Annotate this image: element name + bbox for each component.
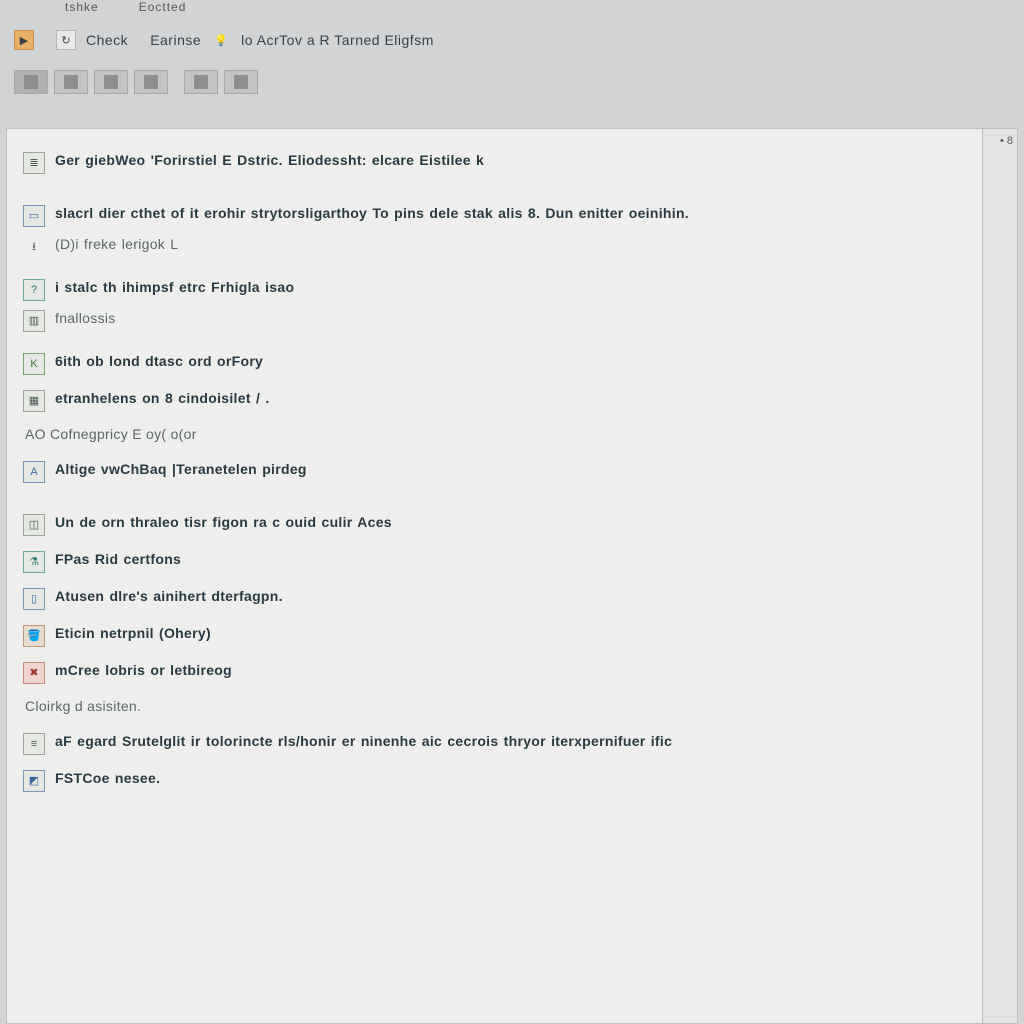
toolbar-label-check[interactable]: Check bbox=[86, 32, 128, 48]
macro-run-icon[interactable]: ▶ bbox=[14, 30, 34, 50]
outline-item-10[interactable]: 🪣 Eticin netrpnil (Ohery) bbox=[23, 624, 962, 647]
outline-item-5-sub: AO Cofnegpricy E oy( o(or bbox=[23, 426, 962, 442]
menu-item-2[interactable]: Eoctted bbox=[139, 0, 187, 14]
outline-item-6[interactable]: A Altige vwChBaq |Teranetelen pirdeg bbox=[23, 460, 962, 483]
outline-item-8[interactable]: ⚗ FPas Rid certfons bbox=[23, 550, 962, 573]
outline-item-label: 6ith ob lond dtasc ord orFory bbox=[55, 352, 962, 370]
leaf-icon: K bbox=[23, 353, 45, 375]
editor-pane: ≣ Ger giebWeo 'Forirstiel E Dstric. Elio… bbox=[6, 128, 982, 1024]
outline-item-3[interactable]: ? i stalc th ihimpsf etrc Frhigla isao bbox=[23, 278, 962, 301]
outline-item-label: FPas Rid certfons bbox=[55, 550, 962, 568]
toolbar-label-earise[interactable]: Earinse bbox=[150, 32, 201, 48]
outline-item-label: i stalc th ihimpsf etrc Frhigla isao bbox=[55, 278, 962, 296]
grid-icon: ▦ bbox=[23, 390, 45, 412]
note-icon: ▯ bbox=[23, 588, 45, 610]
outline-item-label: FSTCoe nesee. bbox=[55, 769, 962, 787]
refresh-icon[interactable]: ↻ bbox=[56, 30, 76, 50]
outline-subitem-label: fnallossis bbox=[55, 309, 962, 327]
side-panel: • 8 bbox=[982, 128, 1018, 1024]
flask-icon: ⚗ bbox=[23, 551, 45, 573]
outline-item-1[interactable]: ≣ Ger giebWeo 'Forirstiel E Dstric. Elio… bbox=[23, 151, 962, 174]
outline-item-11-sub: Cloirkg d asisiten. bbox=[23, 698, 962, 714]
tab-2[interactable] bbox=[54, 70, 88, 94]
outline-item-label: slacrl dier cthet of it erohir strytorsl… bbox=[55, 204, 962, 222]
outline-item-13[interactable]: ◩ FSTCoe nesee. bbox=[23, 769, 962, 792]
outline-item-11[interactable]: ✖ mCree lobris or letbireog bbox=[23, 661, 962, 684]
question-icon: ? bbox=[23, 279, 45, 301]
stack-icon: ≡ bbox=[23, 733, 45, 755]
outline-item-12[interactable]: ≡ aF egard Srutelglit ir tolorincte rls/… bbox=[23, 732, 962, 755]
tab-1[interactable] bbox=[14, 70, 48, 94]
tab-3[interactable] bbox=[94, 70, 128, 94]
menubar: tshke Eoctted bbox=[0, 0, 1024, 20]
toolbar-label-rest: lo AcrTov a R Tarned Eligfsm bbox=[241, 32, 434, 48]
tab-6[interactable] bbox=[224, 70, 258, 94]
outline-item-label: etranhelens on 8 cindoisilet / . bbox=[55, 389, 962, 407]
tab-4[interactable] bbox=[134, 70, 168, 94]
outline-item-4[interactable]: K 6ith ob lond dtasc ord orFory bbox=[23, 352, 962, 375]
outline-item-9[interactable]: ▯ Atusen dlre's ainihert dterfagpn. bbox=[23, 587, 962, 610]
outline-item-7[interactable]: ◫ Un de orn thraleo tisr figon ra c ouid… bbox=[23, 513, 962, 536]
document-tabstrip bbox=[0, 60, 1024, 100]
outline-item-2[interactable]: ▭ slacrl dier cthet of it erohir strytor… bbox=[23, 204, 962, 227]
outline-item-label: aF egard Srutelglit ir tolorincte rls/ho… bbox=[55, 732, 962, 750]
outline-item-label: Atusen dlre's ainihert dterfagpn. bbox=[55, 587, 962, 605]
download-icon: ⭳ bbox=[23, 236, 45, 258]
side-panel-marker: • 8 bbox=[1000, 135, 1013, 147]
anchor-icon: A bbox=[23, 461, 45, 483]
cross-icon: ✖ bbox=[23, 662, 45, 684]
workspace: ≣ Ger giebWeo 'Forirstiel E Dstric. Elio… bbox=[6, 128, 1018, 1024]
window-icon: ◫ bbox=[23, 514, 45, 536]
tag-icon: ◩ bbox=[23, 770, 45, 792]
outline-item-label: Ger giebWeo 'Forirstiel E Dstric. Eliode… bbox=[55, 151, 962, 169]
menu-item-1[interactable]: tshke bbox=[65, 0, 99, 14]
chart-icon: ▥ bbox=[23, 310, 45, 332]
outline-item-label: Eticin netrpnil (Ohery) bbox=[55, 624, 962, 642]
outline-item-label: Un de orn thraleo tisr figon ra c ouid c… bbox=[55, 513, 962, 531]
outline-item-label: Altige vwChBaq |Teranetelen pirdeg bbox=[55, 460, 962, 478]
toolbar: ▶ ↻ Check Earinse 💡 lo AcrTov a R Tarned… bbox=[0, 20, 1024, 60]
outline-item-label: mCree lobris or letbireog bbox=[55, 661, 962, 679]
outline-item-3-sub[interactable]: ▥ fnallossis bbox=[23, 309, 962, 332]
outline-item-2-sub[interactable]: ⭳ (D)i freke lerigok L bbox=[23, 235, 962, 258]
page-icon: ▭ bbox=[23, 205, 45, 227]
document-icon: ≣ bbox=[23, 152, 45, 174]
lightbulb-icon[interactable]: 💡 bbox=[211, 30, 231, 50]
tab-5[interactable] bbox=[184, 70, 218, 94]
bucket-icon: 🪣 bbox=[23, 625, 45, 647]
outline-subitem-label: (D)i freke lerigok L bbox=[55, 235, 962, 253]
outline-item-5[interactable]: ▦ etranhelens on 8 cindoisilet / . bbox=[23, 389, 962, 412]
